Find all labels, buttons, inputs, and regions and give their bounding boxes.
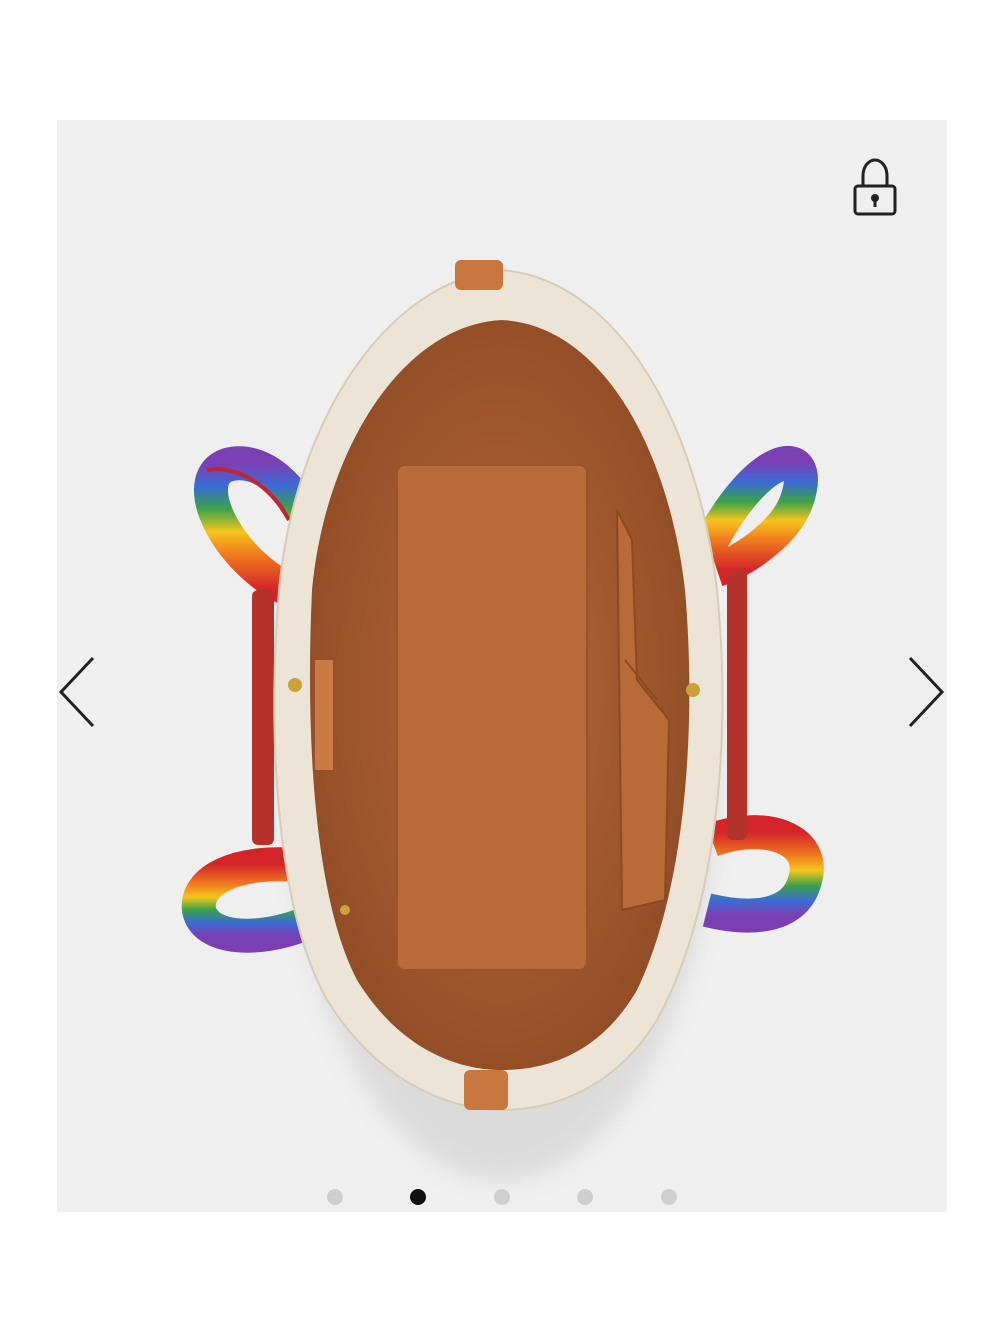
product-image-gallery (57, 120, 947, 1212)
bag-base-panel (396, 464, 588, 971)
pagination-dot[interactable] (327, 1189, 343, 1205)
chevron-right-icon[interactable] (902, 652, 947, 732)
handle-right-top (691, 446, 818, 587)
pagination-dot[interactable] (410, 1189, 426, 1205)
snap-small (340, 905, 350, 915)
side-strap-right (727, 570, 747, 840)
leather-tab-top (455, 260, 503, 290)
chevron-left-icon[interactable] (57, 652, 105, 732)
inner-side-tab (315, 660, 333, 770)
pagination-dots (57, 1188, 947, 1208)
handle-right-bottom (702, 815, 824, 933)
pagination-dot[interactable] (494, 1189, 510, 1205)
product-image-tote-bag-interior (181, 260, 824, 1180)
pagination-dot[interactable] (661, 1189, 677, 1205)
pagination-dot[interactable] (577, 1189, 593, 1205)
snap-right (686, 683, 700, 697)
lock-icon[interactable] (847, 156, 903, 218)
leather-tab-bottom (464, 1070, 508, 1110)
side-strap-left (252, 590, 274, 845)
snap-left (288, 678, 302, 692)
